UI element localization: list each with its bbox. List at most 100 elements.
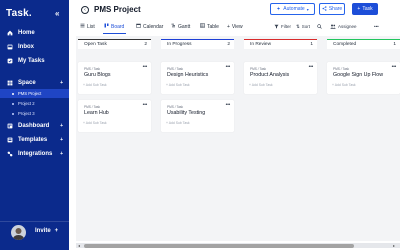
sidebar-item-dashboard[interactable]: Dashboard + [0,120,69,131]
more-icon[interactable]: ••• [226,102,231,108]
add-subtask-button[interactable]: + Add Sub Task [83,83,107,87]
more-icon[interactable]: ••• [143,102,148,108]
task-card[interactable]: PMS / Task ••• Product Analysis + Add Su… [244,62,317,94]
column-completed: Completed 1 PMS / Task ••• Google Sign U… [327,39,400,241]
bolt-icon [276,6,281,13]
sidebar-item-inbox[interactable]: Inbox [0,41,69,52]
share-label: Share [328,6,343,12]
filter-button[interactable]: Filter [274,22,291,31]
plus-icon: + [54,228,59,234]
add-subtask-button[interactable]: + Add Sub Task [83,121,107,125]
sidebar-item-label: Dashboard [18,122,50,129]
back-icon[interactable]: ‹ [81,6,89,14]
column-header: Open Task 2 [78,39,151,49]
add-view-button[interactable]: + View [227,22,243,31]
add-task-button[interactable]: + Task [352,3,378,15]
more-icon[interactable]: ••• [309,64,314,70]
sidebar: Task. « Home Inbox My Tasks Space + PMS … [0,0,69,250]
filter-icon [274,24,279,30]
sidebar-item-label: Inbox [18,43,34,50]
tab-label: Calendar [143,23,164,30]
tab-label: Table [207,23,219,30]
chevron-down-icon: ▾ [306,6,309,12]
column-in-review: In Review 1 PMS / Task ••• Product Analy… [244,39,317,241]
column-header: In Progress 2 [161,39,234,49]
more-icon[interactable]: ••• [226,64,231,70]
active-tab-indicator [103,33,126,34]
add-subtask-button[interactable]: + Add Sub Task [249,83,273,87]
tab-label: View [231,23,243,30]
add-dashboard-icon[interactable]: + [60,123,63,129]
card-title: Usability Testing [167,110,206,116]
more-options-icon[interactable]: ••• [374,22,379,31]
sort-label: Sort [301,24,311,29]
column-open-task: Open Task 2 PMS / Task ••• Guru Blogs + … [78,39,151,241]
add-space-icon[interactable]: + [60,80,63,86]
card-title: Product Analysis [250,72,290,78]
tab-board[interactable]: Board [104,22,124,31]
more-icon[interactable]: ••• [392,64,397,70]
sidebar-item-templates[interactable]: Templates + [0,134,69,145]
kanban-board: Open Task 2 PMS / Task ••• Guru Blogs + … [76,36,400,241]
sort-icon: ⇅ [296,23,300,29]
automate-button[interactable]: Automate ▾ [270,3,315,15]
dashboard-icon [7,123,13,129]
column-title: Open Task [84,42,107,47]
integrations-icon [7,151,13,157]
share-icon [322,5,327,13]
search-icon [317,23,322,30]
inbox-icon [7,44,13,50]
project-label: Project 2 [18,101,35,106]
card-title: Google Sign Up Flow [333,72,384,78]
add-subtask-button[interactable]: + Add Sub Task [166,83,190,87]
scrollbar-thumb[interactable] [84,243,354,248]
plus-icon: + [357,6,361,12]
search-button[interactable] [317,22,322,31]
scroll-right-icon[interactable]: ▸ [393,243,395,248]
tab-calendar[interactable]: Calendar [136,22,163,31]
share-button[interactable]: Share [319,3,345,15]
page-title: PMS Project [94,5,141,14]
collapse-sidebar-icon[interactable]: « [55,9,59,18]
add-integration-icon[interactable]: + [60,151,63,157]
card-title: Design Heuristics [167,72,209,78]
gantt-icon [171,23,176,30]
sidebar-item-integrations[interactable]: Integrations + [0,148,69,159]
automate-label: Automate [283,6,305,12]
sidebar-project-3[interactable]: Project 3 [0,109,69,118]
tab-list[interactable]: List [80,22,95,31]
sidebar-item-my-tasks[interactable]: My Tasks [0,55,69,66]
list-icon [80,23,85,30]
sidebar-item-home[interactable]: Home [0,27,69,38]
add-template-icon[interactable]: + [60,137,63,143]
calendar-icon [136,23,141,30]
sidebar-project-pms[interactable]: PMS Project [0,89,69,98]
task-card[interactable]: PMS / Task ••• Usability Testing + Add S… [161,100,234,132]
sidebar-item-space[interactable]: Space + [0,77,69,88]
assignee-label: Assignee [338,24,357,29]
invite-button[interactable]: Invite + [35,228,58,234]
divider [0,221,69,222]
card-title: Guru Blogs [84,72,111,78]
avatar[interactable] [11,225,26,240]
column-count: 1 [310,42,313,47]
task-label: Task [362,6,373,12]
tab-table[interactable]: Table [200,22,219,31]
card-breadcrumb: PMS / Task [333,67,350,71]
tab-gantt[interactable]: Gantt [171,22,190,31]
task-card[interactable]: PMS / Task ••• Design Heuristics + Add S… [161,62,234,94]
sidebar-project-2[interactable]: Project 2 [0,99,69,108]
task-card[interactable]: PMS / Task ••• Learn Hub + Add Sub Task [78,100,151,132]
task-card[interactable]: PMS / Task ••• Guru Blogs + Add Sub Task [78,62,151,94]
sidebar-item-label: Integrations [18,150,53,157]
table-icon [200,23,205,30]
sidebar-item-label: Space [18,79,36,86]
assignee-button[interactable]: Assignee [330,22,357,31]
add-subtask-button[interactable]: + Add Sub Task [166,121,190,125]
more-icon[interactable]: ••• [143,64,148,70]
add-subtask-button[interactable]: + Add Sub Task [332,83,356,87]
tab-label: List [87,23,95,30]
scroll-left-icon[interactable]: ◂ [78,243,80,248]
sort-button[interactable]: ⇅ Sort [296,22,310,31]
task-card[interactable]: PMS / Task ••• Google Sign Up Flow + Add… [327,62,400,94]
